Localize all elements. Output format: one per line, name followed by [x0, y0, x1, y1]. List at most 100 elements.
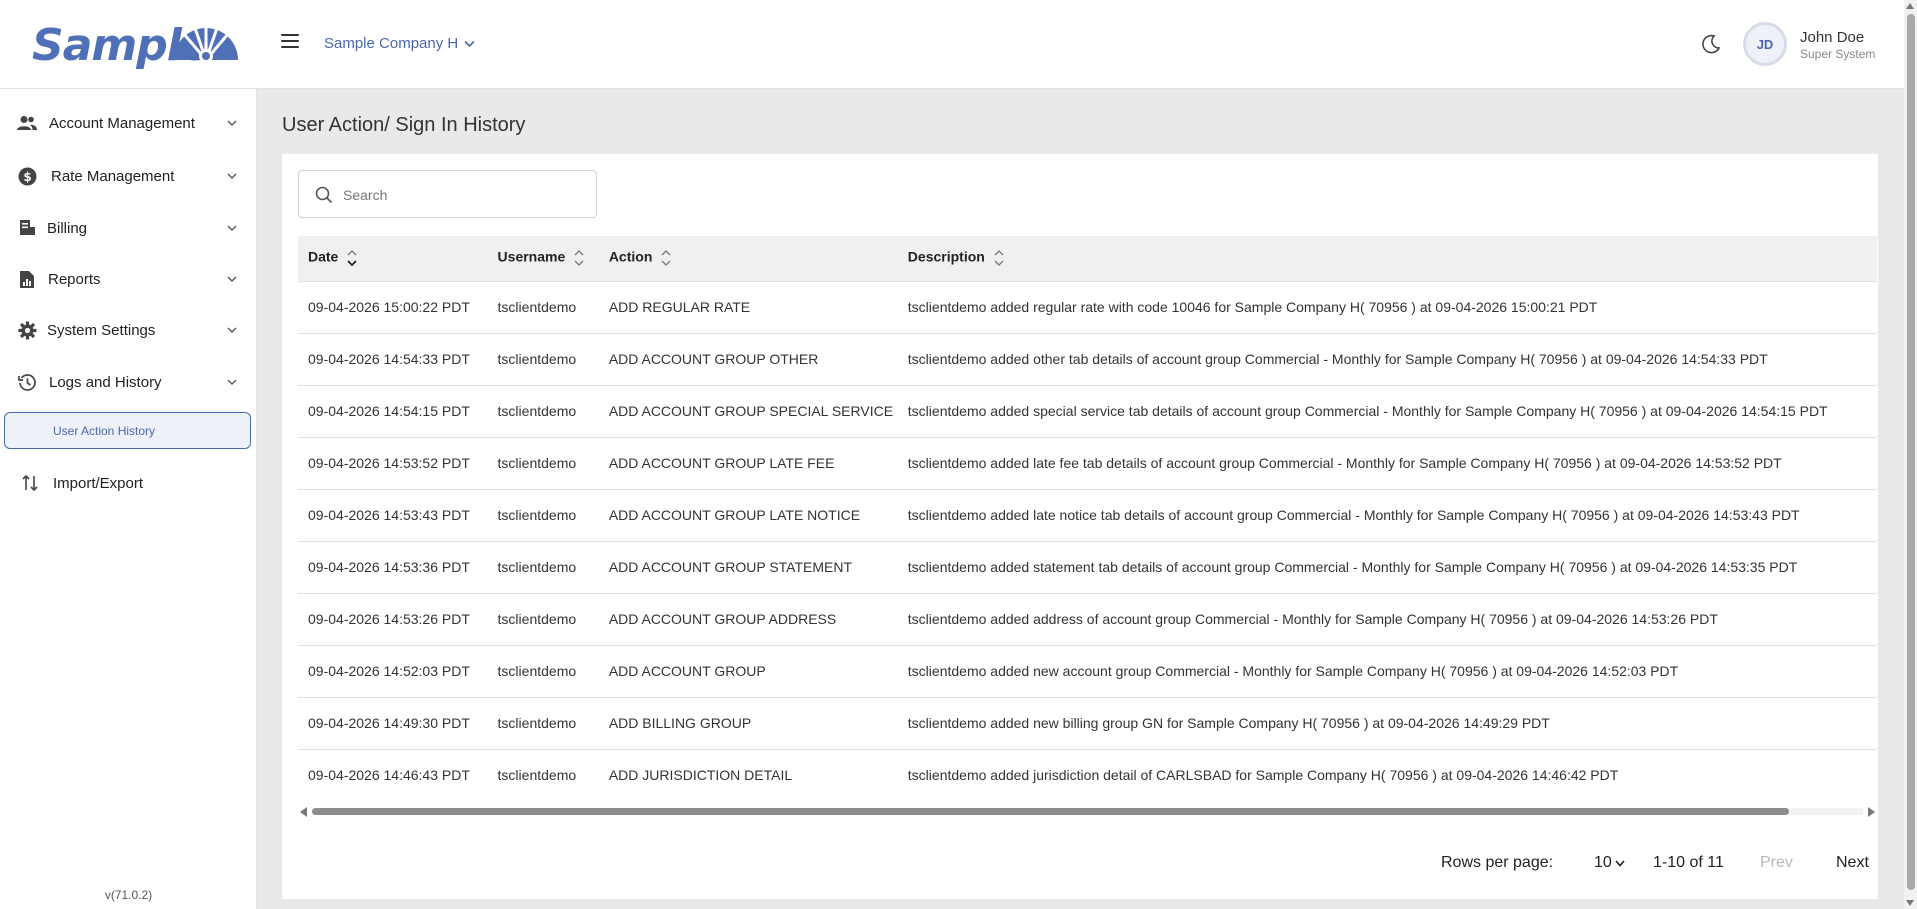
cell-date: 09-04-2026 14:54:15 PDT: [298, 384, 488, 437]
cell-description: tsclientdemo added special service tab d…: [897, 384, 1877, 437]
column-header-description[interactable]: Description: [897, 236, 1877, 281]
horizontal-scrollbar[interactable]: [298, 805, 1877, 817]
sort-icon[interactable]: [993, 246, 1005, 270]
scrollbar-thumb[interactable]: [1907, 14, 1915, 890]
table-row[interactable]: 09-04-2026 14:54:33 PDT tsclientdemo ADD A…: [298, 332, 1877, 385]
company-selector-label: Sample Company H: [324, 35, 459, 52]
cell-description: tsclientdemo added other tab details of …: [897, 332, 1877, 385]
main-content: User Action/ Sign In History Date Userna…: [257, 89, 1904, 909]
cell-username: tsclientdemo: [487, 488, 599, 541]
table-row[interactable]: 09-04-2026 14:53:36 PDT tsclientdemo ADD A…: [298, 540, 1877, 593]
cell-username: tsclientdemo: [487, 332, 599, 385]
sidebar-item-system-settings[interactable]: System Settings: [0, 310, 257, 350]
column-header-label: Date: [308, 248, 339, 265]
cell-date: 09-04-2026 14:54:33 PDT: [298, 332, 488, 385]
cell-description: tsclientdemo added new billing group GN …: [897, 696, 1877, 749]
column-header-username[interactable]: Username: [487, 236, 599, 281]
table-row[interactable]: 09-04-2026 14:53:52 PDT tsclientdemo ADD A…: [298, 436, 1877, 489]
cell-description: tsclientdemo added late fee tab details …: [897, 436, 1877, 489]
chevron-down-icon: [1615, 859, 1625, 867]
sidebar-item-import-export[interactable]: Import/Export: [0, 463, 257, 503]
sidebar-item-label: Import/Export: [53, 474, 144, 492]
pagination-range: 1-10 of 11: [1653, 854, 1724, 871]
menu-toggle-button[interactable]: [281, 34, 299, 48]
column-header-label: Description: [907, 248, 985, 265]
table-row[interactable]: 09-04-2026 15:00:22 PDT tsclientdemo ADD R…: [298, 280, 1877, 333]
scroll-up-arrow-icon[interactable]: [1906, 3, 1914, 9]
cell-date: 09-04-2026 15:00:22 PDT: [298, 280, 488, 333]
scroll-left-arrow-icon[interactable]: [300, 807, 307, 817]
user-name: John Doe: [1800, 29, 1865, 46]
billing-icon: [17, 218, 37, 238]
sidebar-item-rate-management[interactable]: $ Rate Management: [0, 156, 257, 196]
sidebar-item-label: System Settings: [47, 321, 156, 339]
scroll-down-arrow-icon[interactable]: [1906, 900, 1914, 906]
search-icon: [315, 186, 333, 204]
sidebar-item-logs-and-history[interactable]: Logs and History: [0, 362, 257, 402]
cell-username: tsclientdemo: [487, 696, 599, 749]
scrollbar-thumb[interactable]: [312, 808, 1789, 815]
sort-icon[interactable]: [660, 246, 672, 270]
cell-username: tsclientdemo: [487, 592, 599, 645]
import-export-arrows-icon: [20, 473, 40, 493]
avatar[interactable]: JD: [1743, 22, 1787, 66]
cell-username: tsclientdemo: [487, 436, 599, 489]
chevron-down-icon: [464, 40, 475, 47]
version-label: v(71.0.2): [104, 888, 153, 902]
dark-mode-moon-icon[interactable]: [1700, 33, 1722, 55]
sidebar-item-label: Account Management: [49, 114, 195, 132]
next-page-button[interactable]: Next: [1836, 854, 1869, 872]
table-row[interactable]: 09-04-2026 14:46:43 PDT tsclientdemo ADD J…: [298, 748, 1877, 801]
cell-description: tsclientdemo added late notice tab detai…: [897, 488, 1877, 541]
sidebar-item-billing[interactable]: Billing: [0, 208, 257, 248]
prev-page-button[interactable]: Prev: [1760, 854, 1793, 872]
search-box[interactable]: [298, 170, 597, 218]
vertical-scrollbar[interactable]: [1904, 0, 1917, 909]
sidebar-item-account-management[interactable]: Account Management: [0, 103, 257, 143]
table-row[interactable]: 09-04-2026 14:52:03 PDT tsclientdemo ADD A…: [298, 644, 1877, 697]
sort-icon[interactable]: [346, 246, 358, 270]
cell-username: tsclientdemo: [487, 644, 599, 697]
rows-per-page-value: 10: [1594, 854, 1612, 871]
dollar-circle-icon: $: [17, 166, 37, 186]
hamburger-line: [281, 40, 299, 42]
rows-per-page-select[interactable]: 10: [1594, 854, 1625, 872]
chevron-down-icon: [227, 120, 237, 126]
hamburger-line: [281, 34, 299, 36]
cell-action: ADD ACCOUNT GROUP ADDRESS: [598, 592, 898, 645]
cell-action: ADD ACCOUNT GROUP LATE NOTICE: [598, 488, 898, 541]
search-input[interactable]: [343, 183, 583, 207]
chevron-down-icon: [227, 276, 237, 282]
logo-sunburst-icon: [174, 26, 238, 63]
gear-icon: [17, 320, 37, 340]
cell-date: 09-04-2026 14:53:43 PDT: [298, 488, 488, 541]
sidebar-subitem-user-action-history[interactable]: User Action History: [4, 412, 251, 449]
sidebar-item-label: Reports: [48, 270, 101, 288]
column-header-date[interactable]: Date: [298, 236, 488, 281]
table-row[interactable]: 09-04-2026 14:54:15 PDT tsclientdemo ADD A…: [298, 384, 1877, 437]
sort-icon[interactable]: [573, 246, 585, 270]
cell-date: 09-04-2026 14:52:03 PDT: [298, 644, 488, 697]
user-role: Super System: [1800, 47, 1876, 61]
cell-username: tsclientdemo: [487, 280, 599, 333]
column-header-action[interactable]: Action: [598, 236, 898, 281]
logo[interactable]: Sample: [32, 18, 244, 71]
cell-action: ADD BILLING GROUP: [598, 696, 898, 749]
cell-action: ADD ACCOUNT GROUP: [598, 644, 898, 697]
chevron-down-icon: [227, 225, 237, 231]
report-file-icon: [17, 269, 37, 289]
column-header-label: Action: [608, 248, 653, 265]
cell-username: tsclientdemo: [487, 748, 599, 801]
cell-date: 09-04-2026 14:53:26 PDT: [298, 592, 488, 645]
cell-description: tsclientdemo added regular rate with cod…: [897, 280, 1877, 333]
table-row[interactable]: 09-04-2026 14:53:26 PDT tsclientdemo ADD A…: [298, 592, 1877, 645]
cell-description: tsclientdemo added statement tab details…: [897, 540, 1877, 593]
table-row[interactable]: 09-04-2026 14:53:43 PDT tsclientdemo ADD A…: [298, 488, 1877, 541]
sidebar-item-reports[interactable]: Reports: [0, 259, 257, 299]
cell-username: tsclientdemo: [487, 540, 599, 593]
table-row[interactable]: 09-04-2026 14:49:30 PDT tsclientdemo ADD B…: [298, 696, 1877, 749]
svg-text:$: $: [23, 170, 31, 184]
company-selector[interactable]: Sample Company H: [324, 35, 475, 52]
rows-per-page-label: Rows per page:: [1441, 854, 1554, 871]
scroll-right-arrow-icon[interactable]: [1868, 807, 1875, 817]
